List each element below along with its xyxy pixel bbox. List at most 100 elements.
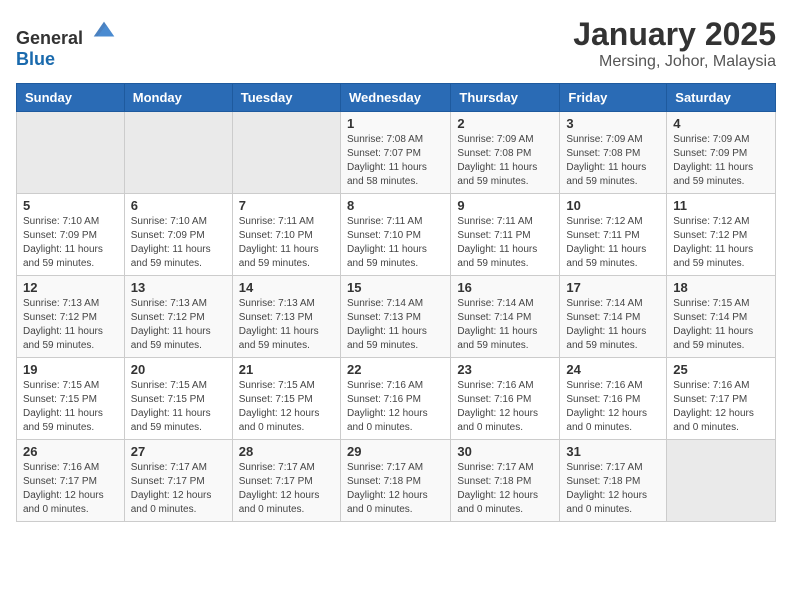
day-number: 30 <box>457 444 553 459</box>
day-info: Sunrise: 7:16 AMSunset: 7:16 PMDaylight:… <box>347 379 444 435</box>
day-number: 31 <box>566 444 660 459</box>
calendar-cell: 31Sunrise: 7:17 AMSunset: 7:18 PMDayligh… <box>560 440 667 522</box>
day-number: 28 <box>239 444 334 459</box>
day-info: Sunrise: 7:11 AMSunset: 7:10 PMDaylight:… <box>239 215 334 271</box>
day-number: 1 <box>347 116 444 131</box>
weekday-header-friday: Friday <box>560 84 667 112</box>
weekday-header-row: SundayMondayTuesdayWednesdayThursdayFrid… <box>17 84 776 112</box>
day-info: Sunrise: 7:17 AMSunset: 7:17 PMDaylight:… <box>239 461 334 517</box>
day-number: 20 <box>131 362 226 377</box>
day-number: 17 <box>566 280 660 295</box>
day-info: Sunrise: 7:09 AMSunset: 7:08 PMDaylight:… <box>566 133 660 189</box>
calendar-cell: 11 Sunrise: 7:12 AMSunset: 7:12 PMDayligh… <box>667 194 776 276</box>
week-row-2: 5 Sunrise: 7:10 AMSunset: 7:09 PMDaylight… <box>17 194 776 276</box>
calendar-table: SundayMondayTuesdayWednesdayThursdayFrid… <box>16 83 776 522</box>
day-info: Sunrise: 7:14 AMSunset: 7:14 PMDaylight:… <box>566 297 660 353</box>
calendar-cell <box>17 112 125 194</box>
logo-icon <box>90 16 118 44</box>
day-info: Sunrise: 7:10 AMSunset: 7:09 PMDaylight:… <box>131 215 226 271</box>
weekday-header-saturday: Saturday <box>667 84 776 112</box>
day-info: Sunrise: 7:13 AMSunset: 7:13 PMDaylight:… <box>239 297 334 353</box>
day-info: Sunrise: 7:12 AMSunset: 7:12 PMDaylight:… <box>673 215 769 271</box>
weekday-header-tuesday: Tuesday <box>232 84 340 112</box>
calendar-cell: 1Sunrise: 7:08 AMSunset: 7:07 PMDaylight… <box>340 112 450 194</box>
calendar-cell: 26 Sunrise: 7:16 AMSunset: 7:17 PMDayligh… <box>17 440 125 522</box>
day-number: 3 <box>566 116 660 131</box>
day-number: 6 <box>131 198 226 213</box>
day-number: 8 <box>347 198 444 213</box>
day-number: 11 <box>673 198 769 213</box>
weekday-header-monday: Monday <box>124 84 232 112</box>
day-info: Sunrise: 7:09 AMSunset: 7:09 PMDaylight:… <box>673 133 769 189</box>
calendar-cell: 12 Sunrise: 7:13 AMSunset: 7:12 PMDayligh… <box>17 276 125 358</box>
logo-text: General Blue <box>16 16 118 70</box>
calendar-cell: 28 Sunrise: 7:17 AMSunset: 7:17 PMDayligh… <box>232 440 340 522</box>
day-info: Sunrise: 7:15 AMSunset: 7:15 PMDaylight:… <box>239 379 334 435</box>
week-row-3: 12 Sunrise: 7:13 AMSunset: 7:12 PMDayligh… <box>17 276 776 358</box>
title-area: January 2025 Mersing, Johor, Malaysia <box>573 16 776 71</box>
day-number: 9 <box>457 198 553 213</box>
calendar-cell: 4 Sunrise: 7:09 AMSunset: 7:09 PMDaylight… <box>667 112 776 194</box>
day-number: 14 <box>239 280 334 295</box>
day-number: 7 <box>239 198 334 213</box>
day-number: 13 <box>131 280 226 295</box>
calendar-cell: 5 Sunrise: 7:10 AMSunset: 7:09 PMDaylight… <box>17 194 125 276</box>
calendar-cell: 18 Sunrise: 7:15 AMSunset: 7:14 PMDayligh… <box>667 276 776 358</box>
week-row-1: 1Sunrise: 7:08 AMSunset: 7:07 PMDaylight… <box>17 112 776 194</box>
day-number: 24 <box>566 362 660 377</box>
weekday-header-thursday: Thursday <box>451 84 560 112</box>
day-info: Sunrise: 7:09 AMSunset: 7:08 PMDaylight:… <box>457 133 553 189</box>
calendar-cell: 22 Sunrise: 7:16 AMSunset: 7:16 PMDayligh… <box>340 358 450 440</box>
day-info: Sunrise: 7:15 AMSunset: 7:15 PMDaylight:… <box>131 379 226 435</box>
day-number: 21 <box>239 362 334 377</box>
day-info: Sunrise: 7:16 AMSunset: 7:17 PMDaylight:… <box>23 461 118 517</box>
calendar-cell <box>232 112 340 194</box>
calendar-cell: 14 Sunrise: 7:13 AMSunset: 7:13 PMDayligh… <box>232 276 340 358</box>
day-info: Sunrise: 7:10 AMSunset: 7:09 PMDaylight:… <box>23 215 118 271</box>
calendar-subtitle: Mersing, Johor, Malaysia <box>573 53 776 71</box>
weekday-header-wednesday: Wednesday <box>340 84 450 112</box>
logo: General Blue <box>16 16 118 70</box>
day-info: Sunrise: 7:11 AMSunset: 7:11 PMDaylight:… <box>457 215 553 271</box>
day-number: 23 <box>457 362 553 377</box>
day-info: Sunrise: 7:15 AMSunset: 7:14 PMDaylight:… <box>673 297 769 353</box>
day-info: Sunrise: 7:13 AMSunset: 7:12 PMDaylight:… <box>23 297 118 353</box>
day-info: Sunrise: 7:17 AMSunset: 7:18 PMDaylight:… <box>457 461 553 517</box>
day-info: Sunrise: 7:16 AMSunset: 7:16 PMDaylight:… <box>566 379 660 435</box>
day-info: Sunrise: 7:17 AMSunset: 7:18 PMDaylight:… <box>347 461 444 517</box>
calendar-cell: 21 Sunrise: 7:15 AMSunset: 7:15 PMDayligh… <box>232 358 340 440</box>
calendar-cell: 25Sunrise: 7:16 AMSunset: 7:17 PMDayligh… <box>667 358 776 440</box>
day-info: Sunrise: 7:14 AMSunset: 7:13 PMDaylight:… <box>347 297 444 353</box>
day-number: 2 <box>457 116 553 131</box>
day-number: 27 <box>131 444 226 459</box>
calendar-cell: 7 Sunrise: 7:11 AMSunset: 7:10 PMDaylight… <box>232 194 340 276</box>
day-number: 16 <box>457 280 553 295</box>
day-number: 12 <box>23 280 118 295</box>
calendar-cell: 20 Sunrise: 7:15 AMSunset: 7:15 PMDayligh… <box>124 358 232 440</box>
day-info: Sunrise: 7:11 AMSunset: 7:10 PMDaylight:… <box>347 215 444 271</box>
day-number: 15 <box>347 280 444 295</box>
day-number: 10 <box>566 198 660 213</box>
weekday-header-sunday: Sunday <box>17 84 125 112</box>
day-number: 5 <box>23 198 118 213</box>
day-info: Sunrise: 7:17 AMSunset: 7:17 PMDaylight:… <box>131 461 226 517</box>
logo-blue: Blue <box>16 49 55 69</box>
calendar-cell: 3 Sunrise: 7:09 AMSunset: 7:08 PMDaylight… <box>560 112 667 194</box>
day-number: 4 <box>673 116 769 131</box>
day-info: Sunrise: 7:16 AMSunset: 7:17 PMDaylight:… <box>673 379 769 435</box>
calendar-cell: 29 Sunrise: 7:17 AMSunset: 7:18 PMDayligh… <box>340 440 450 522</box>
calendar-cell <box>667 440 776 522</box>
calendar-title: January 2025 <box>573 16 776 53</box>
calendar-cell: 16Sunrise: 7:14 AMSunset: 7:14 PMDayligh… <box>451 276 560 358</box>
day-info: Sunrise: 7:15 AMSunset: 7:15 PMDaylight:… <box>23 379 118 435</box>
calendar-cell: 19 Sunrise: 7:15 AMSunset: 7:15 PMDayligh… <box>17 358 125 440</box>
day-number: 19 <box>23 362 118 377</box>
day-info: Sunrise: 7:13 AMSunset: 7:12 PMDaylight:… <box>131 297 226 353</box>
calendar-cell: 15 Sunrise: 7:14 AMSunset: 7:13 PMDayligh… <box>340 276 450 358</box>
day-number: 29 <box>347 444 444 459</box>
calendar-cell: 9 Sunrise: 7:11 AMSunset: 7:11 PMDaylight… <box>451 194 560 276</box>
day-number: 22 <box>347 362 444 377</box>
week-row-4: 19 Sunrise: 7:15 AMSunset: 7:15 PMDayligh… <box>17 358 776 440</box>
day-number: 26 <box>23 444 118 459</box>
day-number: 18 <box>673 280 769 295</box>
